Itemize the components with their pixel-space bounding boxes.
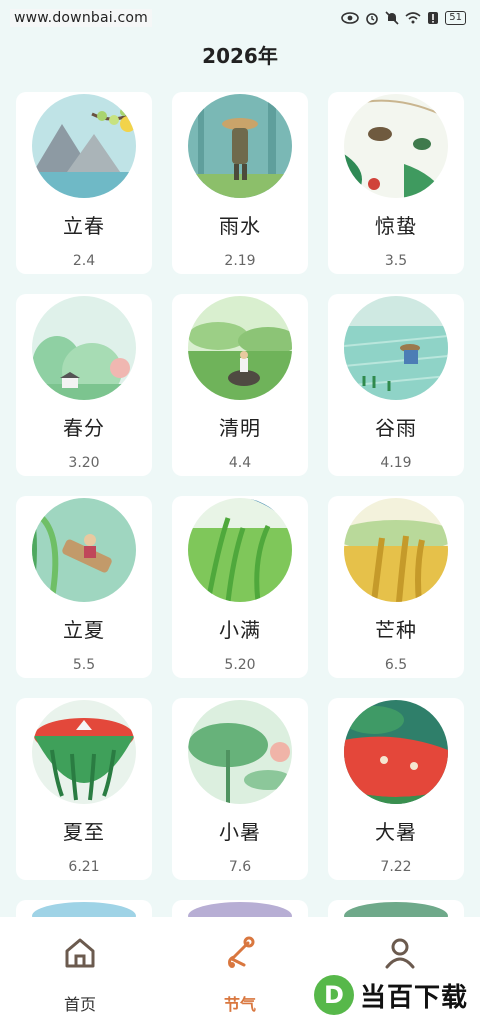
term-card[interactable]: 立春 2.4 <box>16 92 152 274</box>
status-icons: 51 <box>341 11 466 25</box>
term-date: 3.20 <box>68 455 100 471</box>
watermark-bottom: D 当百下载 <box>313 975 468 1015</box>
term-card[interactable]: 雨水 2.19 <box>172 92 308 274</box>
term-name: 清明 <box>219 416 261 440</box>
status-bar: www.downbai.com 51 <box>0 0 480 36</box>
mute-icon <box>385 11 399 25</box>
alarm-icon <box>366 13 379 25</box>
term-date: 3.5 <box>384 253 408 269</box>
term-date: 5.5 <box>72 657 96 673</box>
term-date: 4.19 <box>380 455 412 471</box>
term-date: 2.4 <box>72 253 96 269</box>
term-date: 7.6 <box>228 859 252 875</box>
insects-illustration <box>344 94 448 198</box>
term-card[interactable]: 小满 5.20 <box>172 496 308 678</box>
term-name: 夏至 <box>63 820 105 844</box>
term-card[interactable]: 惊蛰 3.5 <box>328 92 464 274</box>
term-name: 小暑 <box>219 820 261 844</box>
term-date: 2.19 <box>224 253 256 269</box>
boat-river-illustration <box>32 498 136 602</box>
watermark-top: www.downbai.com <box>10 9 152 27</box>
term-card[interactable]: 夏至 6.21 <box>16 698 152 880</box>
term-card[interactable]: 春分 3.20 <box>16 294 152 476</box>
term-name: 雨水 <box>219 214 261 238</box>
term-date: 7.22 <box>380 859 412 875</box>
rice-planting-illustration <box>344 296 448 400</box>
profile-icon <box>385 938 415 969</box>
page-title: 2026年 <box>202 44 278 68</box>
term-card[interactable]: 清明 4.4 <box>172 294 308 476</box>
term-date: 6.5 <box>384 657 408 673</box>
watermelon-illustration <box>32 700 136 804</box>
term-name: 谷雨 <box>375 416 417 440</box>
ox-rider-illustration <box>188 296 292 400</box>
battery-icon: 51 <box>445 11 466 25</box>
nav-label-home: 首页 <box>63 995 96 1014</box>
golden-grain-illustration <box>344 498 448 602</box>
wheat-field-illustration <box>188 498 292 602</box>
solar-term-icon <box>228 936 255 968</box>
watermark-logo: D <box>313 975 354 1015</box>
term-name: 立夏 <box>63 618 105 642</box>
alert-icon <box>428 12 439 24</box>
term-name: 立春 <box>63 214 105 238</box>
term-name: 惊蛰 <box>375 214 417 238</box>
term-card[interactable]: 谷雨 4.19 <box>328 294 464 476</box>
term-card[interactable]: 小暑 7.6 <box>172 698 308 880</box>
solar-terms-grid: 立春 2.4 雨水 2.19 惊蛰 3.5 春分 3.20 清明 4.4 谷雨 … <box>16 92 464 930</box>
term-name: 春分 <box>63 416 105 440</box>
term-name: 大暑 <box>375 820 417 844</box>
mountain-plum-illustration <box>32 94 136 198</box>
nav-item-home[interactable]: 首页 <box>20 935 140 1015</box>
term-date: 5.20 <box>224 657 256 673</box>
term-card[interactable]: 大暑 7.22 <box>328 698 464 880</box>
wifi-icon <box>405 12 421 24</box>
term-name: 芒种 <box>375 618 417 642</box>
farmer-rain-illustration <box>188 94 292 198</box>
term-date: 4.4 <box>228 455 252 471</box>
melon-swim-illustration <box>344 700 448 804</box>
spring-hills-illustration <box>32 296 136 400</box>
term-card[interactable]: 立夏 5.5 <box>16 496 152 678</box>
term-date: 6.21 <box>68 859 100 875</box>
term-name: 小满 <box>219 618 261 642</box>
lotus-leaf-illustration <box>188 700 292 804</box>
watermark-text: 当百下载 <box>359 982 468 1013</box>
nav-label-solar-terms: 节气 <box>223 995 256 1014</box>
eye-icon <box>341 12 360 24</box>
home-icon <box>65 938 95 968</box>
term-card[interactable]: 芒种 6.5 <box>328 496 464 678</box>
nav-item-solar-terms[interactable]: 节气 <box>180 935 300 1015</box>
